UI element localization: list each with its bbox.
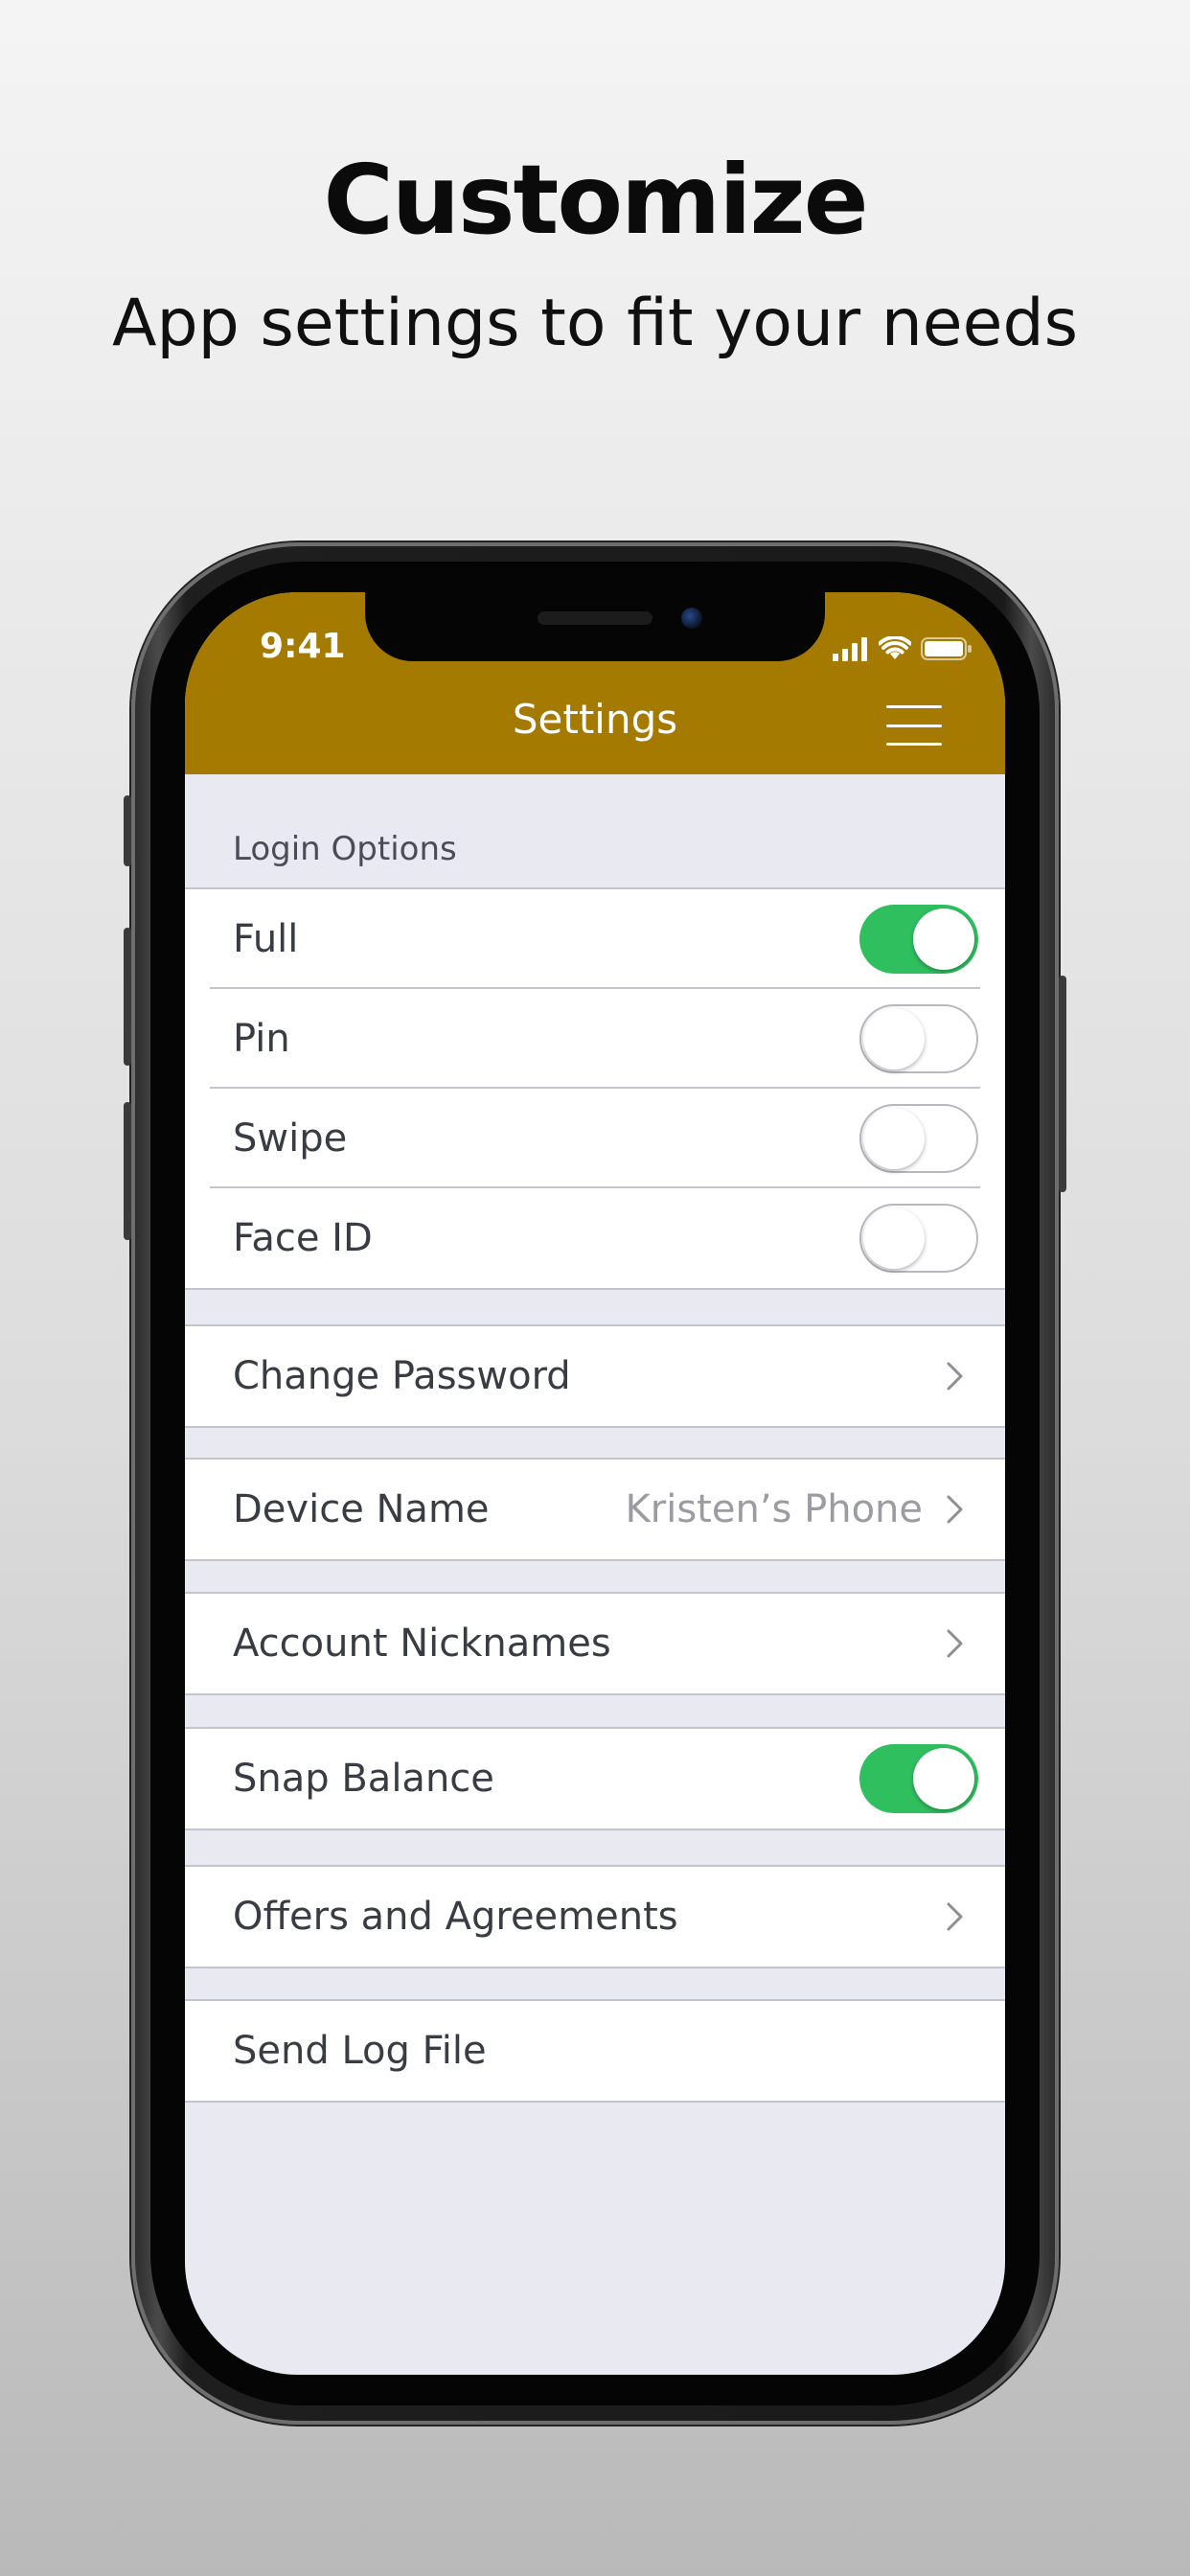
change-password-label: Change Password	[233, 1354, 571, 1398]
snap-balance-row-inner: Snap Balance	[185, 1729, 1005, 1828]
status-icons	[833, 634, 973, 663]
device-name-row-inner: Device Name Kristen’s Phone	[185, 1460, 1005, 1559]
section-header-login-options: Login Options	[233, 830, 457, 868]
chevron-right-icon	[947, 1629, 963, 1658]
app-header: 9:41 Settings	[185, 592, 1005, 774]
device-name-row[interactable]: Device Name Kristen’s Phone	[185, 1458, 1005, 1561]
account-nicknames-label: Account Nicknames	[233, 1622, 611, 1666]
toggle-knob	[863, 1208, 925, 1269]
silent-switch	[124, 795, 131, 866]
face-id-login-toggle[interactable]	[859, 1204, 978, 1273]
front-camera	[681, 608, 702, 629]
menu-line	[886, 743, 942, 746]
page-title: Settings	[512, 696, 678, 743]
login-option-label: Swipe	[233, 1116, 348, 1161]
offers-agreements-row[interactable]: Offers and Agreements	[185, 1865, 1005, 1968]
device-name-label: Device Name	[233, 1487, 490, 1531]
phone-notch	[365, 592, 825, 661]
speaker-grille	[538, 611, 652, 625]
account-nicknames-row[interactable]: Account Nicknames	[185, 1592, 1005, 1695]
login-option-label: Full	[233, 917, 299, 961]
change-password-row[interactable]: Change Password	[185, 1324, 1005, 1428]
promo-subtitle: App settings to fit your needs	[111, 286, 1079, 361]
send-log-file-label: Send Log File	[233, 2029, 487, 2073]
menu-line	[886, 705, 942, 708]
wifi-icon	[879, 636, 911, 659]
offers-agreements-row-inner: Offers and Agreements	[185, 1867, 1005, 1966]
snap-balance-row: Snap Balance	[185, 1727, 1005, 1830]
change-password-row-inner: Change Password	[185, 1326, 1005, 1426]
swipe-login-toggle[interactable]	[859, 1104, 978, 1173]
toggle-knob	[913, 908, 974, 970]
promo-title: Customize	[323, 144, 868, 256]
snap-balance-toggle[interactable]	[859, 1744, 978, 1813]
volume-up-button	[124, 928, 131, 1066]
offers-agreements-label: Offers and Agreements	[233, 1895, 678, 1939]
full-login-toggle[interactable]	[859, 905, 978, 974]
hamburger-menu-icon[interactable]	[886, 705, 942, 746]
pin-login-toggle[interactable]	[859, 1004, 978, 1073]
send-log-file-row[interactable]: Send Log File	[185, 1999, 1005, 2103]
send-log-file-row-inner: Send Log File	[185, 2001, 1005, 2101]
menu-line	[886, 724, 942, 727]
chevron-right-icon	[947, 1362, 963, 1391]
battery-icon	[921, 637, 972, 660]
snap-balance-label: Snap Balance	[233, 1757, 494, 1801]
chevron-right-icon	[947, 1495, 963, 1524]
power-button	[1059, 976, 1066, 1192]
login-option-swipe-row: Swipe	[185, 1089, 1005, 1188]
login-options-group: Full Pin Swipe Face ID	[185, 887, 1005, 1290]
account-nicknames-row-inner: Account Nicknames	[185, 1594, 1005, 1693]
chevron-right-icon	[947, 1902, 963, 1931]
device-name-value: Kristen’s Phone	[625, 1487, 923, 1531]
toggle-knob	[863, 1008, 925, 1070]
toggle-knob	[863, 1108, 925, 1169]
toggle-knob	[913, 1748, 974, 1809]
volume-down-button	[124, 1102, 131, 1240]
login-option-face-id-row: Face ID	[185, 1188, 1005, 1288]
app-screen: 9:41 Settings Login Options Full Pin Swi…	[185, 592, 1005, 2375]
login-option-full-row: Full	[185, 889, 1005, 989]
login-option-pin-row: Pin	[185, 989, 1005, 1089]
status-time: 9:41	[260, 627, 346, 666]
login-option-label: Pin	[233, 1017, 290, 1061]
login-option-label: Face ID	[233, 1216, 373, 1260]
signal-icon	[833, 637, 867, 661]
